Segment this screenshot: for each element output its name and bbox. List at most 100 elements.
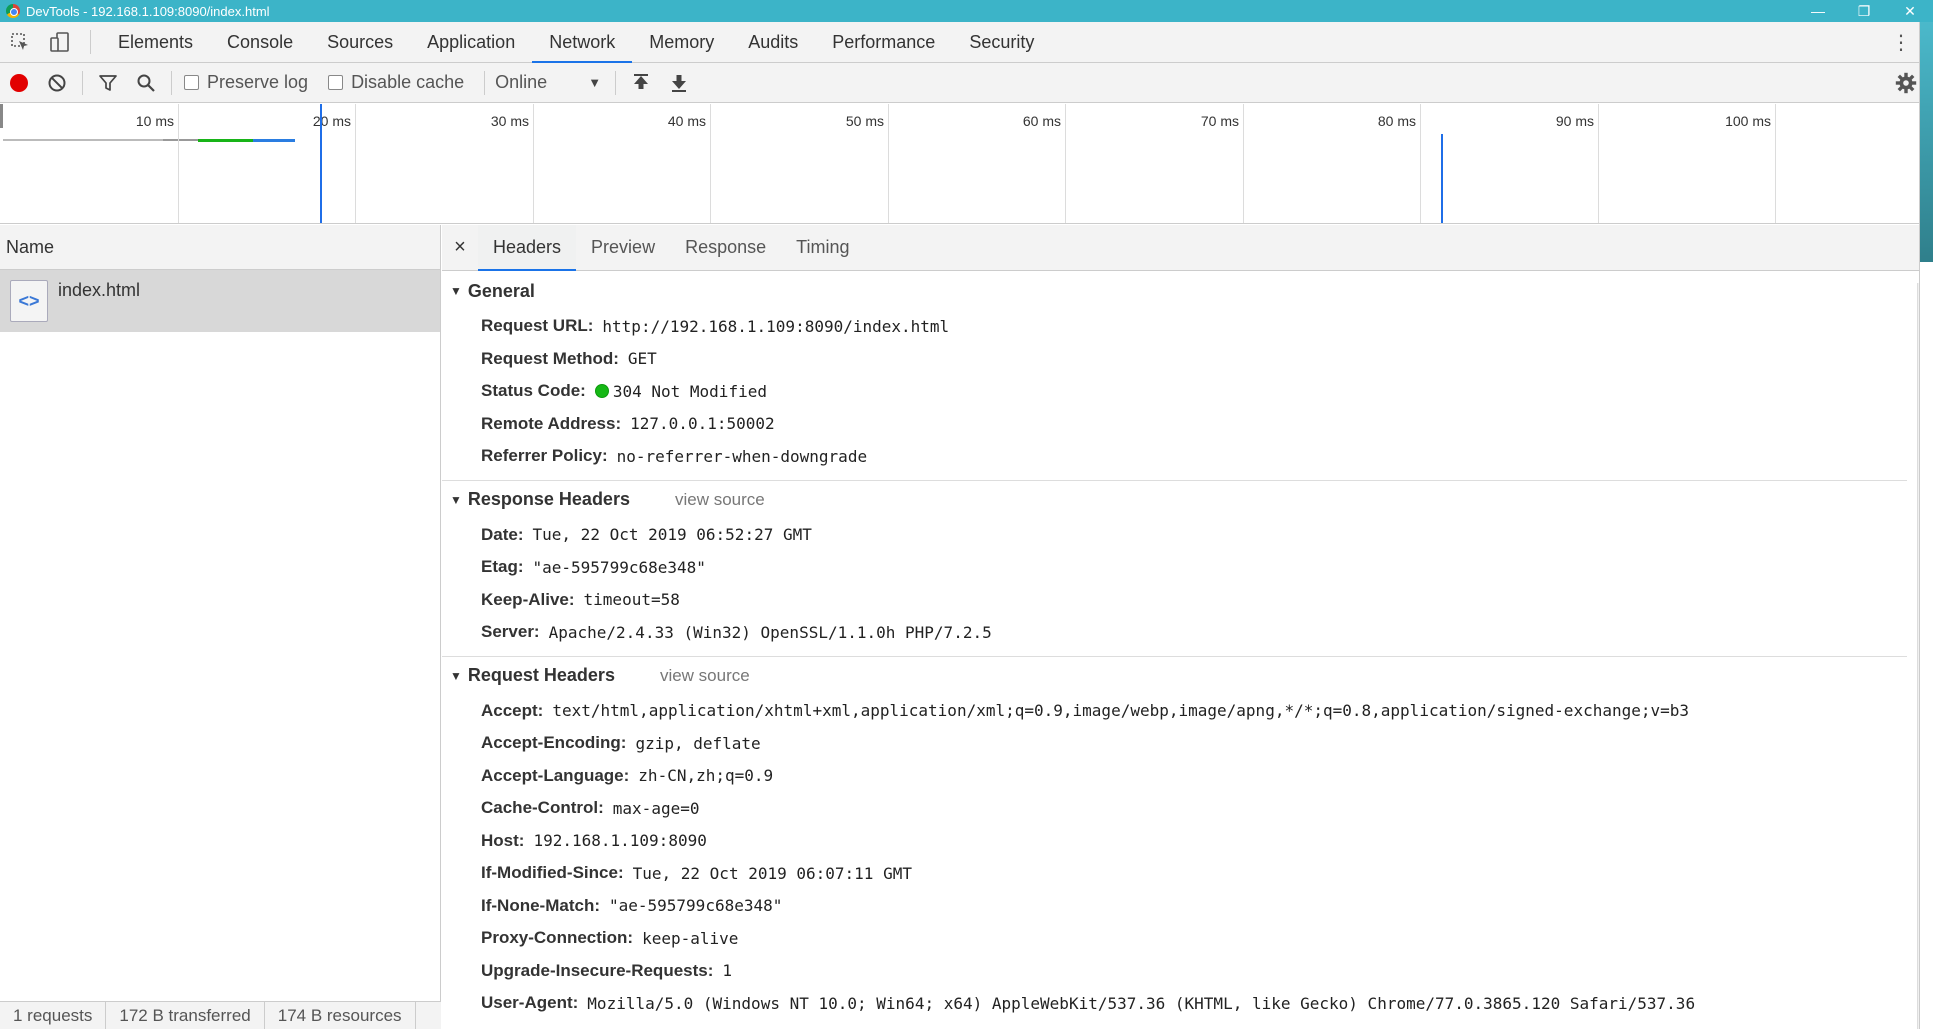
header-name: Upgrade-Insecure-Requests: [481, 960, 714, 980]
tab-audits[interactable]: Audits [731, 22, 815, 62]
overview-tick-label: 70 ms [1200, 113, 1239, 129]
tab-security[interactable]: Security [952, 22, 1051, 62]
load-event-marker [1441, 134, 1443, 223]
overview-start-handle[interactable] [0, 104, 3, 128]
tab-network[interactable]: Network [532, 22, 633, 63]
tab-headers[interactable]: Headers [478, 225, 577, 271]
close-details-button[interactable]: × [442, 225, 478, 270]
request-headers-section-header[interactable]: ▼ Request Headers view source [442, 657, 1907, 695]
header-name: Accept: [481, 700, 544, 720]
header-row: Upgrade-Insecure-Requests: 1 [442, 955, 1907, 988]
header-value: GET [627, 349, 657, 369]
header-value: Tue, 22 Oct 2019 06:52:27 GMT [532, 525, 812, 545]
tab-performance[interactable]: Performance [815, 22, 952, 62]
header-name: Accept-Encoding: [481, 733, 627, 753]
chevron-down-icon: ▼ [588, 75, 602, 90]
view-source-link[interactable]: view source [675, 490, 765, 510]
overview-queue-bar [163, 139, 198, 141]
request-list: Name <> index.html 1 requests 172 B tran… [0, 225, 441, 1029]
general-section-header[interactable]: ▼ General [442, 272, 1907, 310]
header-name: Host: [481, 830, 525, 850]
search-icon [137, 74, 155, 92]
throttling-select[interactable]: Online ▼ [491, 72, 609, 93]
preserve-log-checkbox[interactable]: Preserve log [178, 72, 308, 93]
tab-console[interactable]: Console [210, 22, 310, 62]
filter-icon [99, 74, 117, 91]
search-button[interactable] [127, 63, 165, 103]
view-source-link[interactable]: view source [660, 666, 750, 686]
tab-timing[interactable]: Timing [781, 225, 864, 270]
settings-button[interactable] [1895, 63, 1917, 103]
overview-gridline [178, 104, 179, 223]
header-value: 304 Not Modified [612, 381, 767, 401]
overview-tick-label: 30 ms [490, 113, 529, 129]
checkbox-box[interactable] [328, 75, 344, 90]
header-row: Server: Apache/2.4.33 (Win32) OpenSSL/1.1… [442, 616, 1907, 649]
overview-tick-label: 100 ms [1725, 113, 1771, 129]
gear-icon [1895, 72, 1917, 94]
tab-sources[interactable]: Sources [310, 22, 410, 62]
header-row: If-Modified-Since: Tue, 22 Oct 2019 06:07… [442, 857, 1907, 890]
background-window-edge [1919, 22, 1933, 1029]
clear-button[interactable] [38, 63, 76, 103]
overview-download-bar [253, 139, 295, 142]
toolbar-divider [615, 70, 617, 95]
tab-preview[interactable]: Preview [576, 225, 670, 270]
header-row: Accept: text/html,application/xhtml+xml,a… [442, 695, 1907, 728]
overview-gridline [355, 104, 356, 223]
window-controls: — ❐ ✕ [1795, 0, 1933, 22]
tab-elements[interactable]: Elements [101, 22, 210, 62]
header-name: Request URL: [481, 316, 594, 336]
request-name: index.html [58, 280, 141, 300]
overview-tick-label: 80 ms [1377, 113, 1416, 129]
summary-resources: 174 B resources [265, 1002, 416, 1029]
restore-icon[interactable]: ❐ [1841, 0, 1887, 22]
network-overview-timeline[interactable]: 10 ms 20 ms 30 ms 40 ms 50 ms 60 ms 70 ms 80 ms… [0, 104, 1933, 224]
kebab-menu-icon[interactable]: ⋮ [1891, 22, 1911, 63]
close-icon[interactable]: ✕ [1887, 0, 1933, 22]
device-toolbar-icon[interactable] [40, 22, 80, 62]
checkbox-box[interactable] [184, 75, 199, 90]
background-window-strip [1920, 22, 1933, 262]
overview-waiting-bar [3, 139, 163, 141]
header-name: Cache-Control: [481, 798, 604, 818]
headers-view: ▼ General Request URL: http://192.168.1.1… [442, 272, 1907, 1029]
record-button[interactable] [0, 63, 38, 103]
section-title: General [467, 280, 535, 301]
window-title: DevTools - 192.168.1.109:8090/index.html [26, 3, 270, 19]
overview-tick-label: 10 ms [135, 113, 174, 129]
header-row: If-None-Match: "ae-595799c68e348" [442, 890, 1907, 923]
request-row[interactable]: <> index.html [0, 270, 440, 332]
toolbar-divider [82, 70, 83, 95]
tab-memory[interactable]: Memory [632, 22, 731, 62]
header-row: Cache-Control: max-age=0 [442, 792, 1907, 825]
header-row: Remote Address: 127.0.0.1:50002 [442, 408, 1907, 441]
toolbar-divider [90, 30, 91, 54]
header-row: Accept-Language: zh-CN,zh;q=0.9 [442, 760, 1907, 793]
tab-response[interactable]: Response [670, 225, 781, 270]
expand-triangle-icon: ▼ [450, 284, 462, 298]
header-name: Status Code: [481, 381, 586, 401]
record-icon [10, 73, 28, 92]
request-details-pane: × Headers Preview Response Timing ▼ Gene… [442, 225, 1933, 1029]
header-value: Tue, 22 Oct 2019 06:07:11 GMT [632, 863, 912, 883]
upload-icon [634, 73, 649, 89]
domcontentloaded-marker [320, 104, 322, 223]
header-name: Date: [481, 524, 524, 544]
disable-cache-checkbox[interactable]: Disable cache [322, 72, 464, 93]
header-row: Referrer Policy: no-referrer-when-downgra… [442, 440, 1907, 473]
overview-gridline [1598, 104, 1599, 223]
minimize-icon[interactable]: — [1795, 0, 1841, 22]
name-column-label: Name [6, 236, 55, 257]
overview-gridline [710, 104, 711, 223]
toolbar-divider [171, 70, 172, 95]
name-column-header[interactable]: Name [0, 225, 440, 270]
preserve-log-label: Preserve log [207, 72, 309, 92]
export-har-button[interactable] [660, 63, 698, 103]
import-har-button[interactable] [622, 63, 660, 103]
filter-button[interactable] [89, 63, 127, 103]
inspect-element-icon[interactable] [0, 22, 40, 62]
tab-application[interactable]: Application [410, 22, 532, 62]
clear-icon [48, 74, 66, 91]
response-headers-section-header[interactable]: ▼ Response Headers view source [442, 481, 1907, 519]
